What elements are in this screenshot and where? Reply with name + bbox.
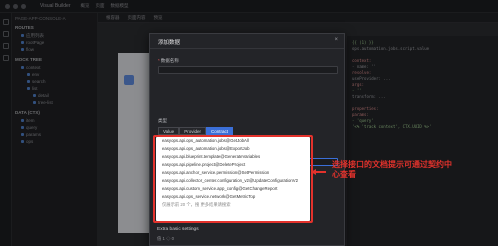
dialog-title: 添加数据: [158, 40, 181, 46]
name-input[interactable]: [158, 66, 338, 74]
name-field-label: *数据名称: [158, 58, 179, 63]
type-field-label: 类型: [158, 118, 167, 123]
type-selector: Value Provider Contract: [158, 127, 233, 135]
annotation-arrow-head: [311, 169, 316, 175]
dialog-divider: [150, 48, 344, 49]
type-option-contract[interactable]: Contract: [205, 127, 233, 135]
extra-settings-label[interactable]: Extra basic settings: [157, 227, 199, 232]
close-icon[interactable]: ×: [334, 37, 338, 43]
type-option-value[interactable]: Value: [158, 127, 180, 135]
type-option-provider[interactable]: Provider: [179, 127, 206, 135]
annotation-highlight-box: [153, 135, 313, 223]
annotation-text: 选择接口的文档提示可通过契约中心查看: [332, 160, 452, 179]
extra-settings-value: 值 1 ◇ 0: [157, 236, 174, 241]
